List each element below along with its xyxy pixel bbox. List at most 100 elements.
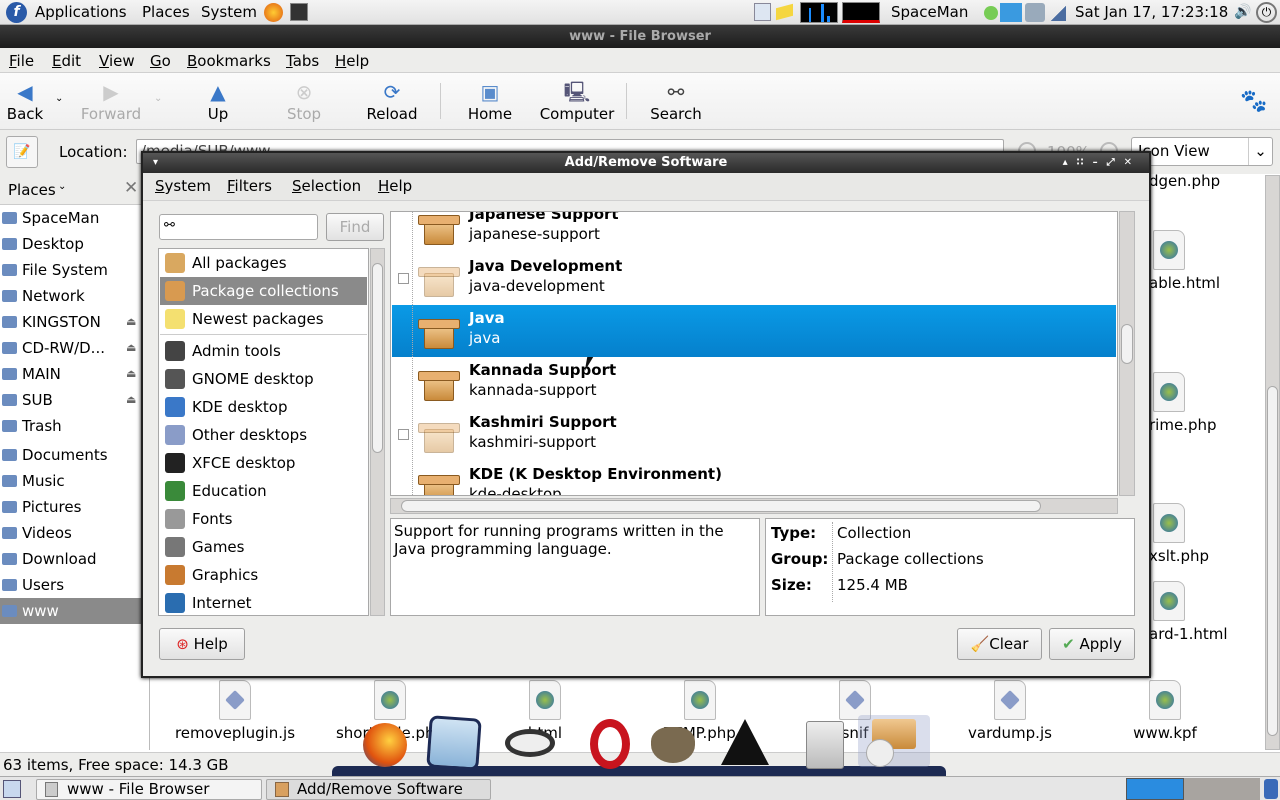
dock-virtualbox-icon[interactable]: [426, 715, 482, 771]
menu-go[interactable]: Go: [150, 52, 171, 70]
home-button[interactable]: ▣ Home: [466, 79, 514, 123]
applications-menu[interactable]: Applications: [35, 3, 127, 21]
menu-filters[interactable]: Filters: [227, 177, 272, 195]
places-dropdown[interactable]: Places: [8, 181, 56, 199]
package-row[interactable]: Japanese Support japanese-support: [392, 212, 1116, 253]
file-view-scrollbar[interactable]: [1265, 175, 1280, 750]
reload-button[interactable]: ⟳ Reload: [364, 79, 420, 123]
find-button[interactable]: Find: [326, 213, 384, 241]
menu-file[interactable]: File: [9, 52, 34, 70]
sidebar-item[interactable]: Videos: [0, 520, 148, 546]
package-row[interactable]: Kashmiri Support kashmiri-support: [392, 409, 1116, 461]
category-item[interactable]: XFCE desktop: [160, 449, 367, 477]
dialog-titlebar[interactable]: ▾ Add/Remove Software ▴∷–⤢✕: [143, 153, 1149, 173]
eject-icon[interactable]: ⏏: [126, 361, 136, 387]
clear-button[interactable]: 🧹Clear: [957, 628, 1042, 660]
category-item[interactable]: All packages: [160, 249, 367, 277]
eject-icon[interactable]: ⏏: [126, 387, 136, 413]
menu-system[interactable]: System: [155, 177, 211, 195]
category-item[interactable]: KDE desktop: [160, 393, 367, 421]
sidebar-item[interactable]: Network: [0, 283, 148, 309]
clock[interactable]: Sat Jan 17, 17:23:18: [1075, 3, 1228, 21]
package-list-vscrollbar[interactable]: [1119, 211, 1135, 496]
apply-button[interactable]: ✔ Apply: [1049, 628, 1135, 660]
package-checkbox[interactable]: [398, 273, 409, 284]
menu-tabs[interactable]: Tabs: [286, 52, 319, 70]
computer-button[interactable]: 🖳 Computer: [538, 79, 616, 123]
category-item[interactable]: Other desktops: [160, 421, 367, 449]
menu-selection[interactable]: Selection: [292, 177, 361, 195]
sidebar-item[interactable]: Documents: [0, 442, 148, 468]
category-item[interactable]: GNOME desktop: [160, 365, 367, 393]
category-item[interactable]: Newest packages: [160, 305, 367, 333]
signal-icon[interactable]: [1050, 6, 1066, 21]
sidebar-item[interactable]: Download: [0, 546, 148, 572]
workspace-switcher[interactable]: [1126, 778, 1184, 800]
category-scrollbar[interactable]: [370, 248, 385, 616]
package-list-hscrollbar[interactable]: [390, 498, 1118, 514]
category-item[interactable]: Graphics: [160, 561, 367, 589]
sidebar-item[interactable]: SUB ⏏: [0, 387, 148, 413]
help-button[interactable]: ⊛ Help: [159, 628, 245, 660]
menu-bookmarks[interactable]: Bookmarks: [187, 52, 271, 70]
user-name[interactable]: SpaceMan: [891, 3, 968, 21]
menu-help[interactable]: Help: [378, 177, 412, 195]
firefox-launcher-icon[interactable]: [264, 3, 283, 22]
window-menu-icon[interactable]: ▾: [153, 153, 158, 173]
notes-icon[interactable]: [776, 3, 793, 21]
package-row[interactable]: KDE (K Desktop Environment) kde-desktop: [392, 461, 1116, 495]
sidebar-item[interactable]: MAIN ⏏: [0, 361, 148, 387]
back-button[interactable]: ◀ Back: [6, 79, 44, 123]
trash-applet-icon[interactable]: [1264, 779, 1278, 799]
workspace-switcher-empty[interactable]: [1184, 778, 1260, 800]
category-item[interactable]: Admin tools: [160, 337, 367, 365]
memory-monitor-graph[interactable]: [842, 2, 880, 23]
eject-icon[interactable]: ⏏: [126, 335, 136, 361]
dock-add-remove-software-icon[interactable]: [858, 715, 930, 767]
sidebar-item[interactable]: Pictures: [0, 494, 148, 520]
category-item[interactable]: Package collections: [160, 277, 367, 305]
window-controls[interactable]: ▴∷–⤢✕: [1063, 153, 1141, 173]
taskbar-item-file-browser[interactable]: www - File Browser: [36, 779, 262, 800]
package-row[interactable]: Kannada Support kannada-support: [392, 357, 1116, 409]
dock-inkscape-icon[interactable]: [720, 715, 770, 770]
menu-help[interactable]: Help: [335, 52, 369, 70]
package-checkbox[interactable]: [398, 429, 409, 440]
category-item[interactable]: Games: [160, 533, 367, 561]
sidebar-item[interactable]: Desktop: [0, 231, 148, 257]
dock-firefox-icon[interactable]: [360, 715, 410, 770]
dock-eye-app-icon[interactable]: [505, 715, 555, 770]
file-browser-titlebar[interactable]: www - File Browser: [0, 25, 1280, 48]
file-item[interactable]: vardump.js: [935, 680, 1085, 742]
menu-edit[interactable]: Edit: [52, 52, 81, 70]
dock-gimp-icon[interactable]: [648, 715, 698, 770]
show-desktop-icon[interactable]: [3, 780, 21, 798]
terminal-launcher-icon[interactable]: [290, 3, 308, 21]
sidebar-item[interactable]: Users: [0, 572, 148, 598]
notification-icon[interactable]: [984, 6, 998, 20]
up-button[interactable]: ▲ Up: [200, 79, 236, 123]
sidebar-item[interactable]: CD-RW/D... ⏏: [0, 335, 148, 361]
chevron-down-icon[interactable]: ⌄: [58, 181, 66, 192]
network-icon[interactable]: [1025, 3, 1045, 22]
eject-icon[interactable]: ⏏: [126, 309, 136, 335]
fedora-logo-icon[interactable]: f: [6, 2, 27, 23]
forward-button[interactable]: ▶ Forward: [80, 79, 142, 123]
search-input[interactable]: ⚯: [159, 214, 318, 240]
close-sidebar-icon[interactable]: ✕: [124, 178, 138, 198]
cpu-monitor-graph[interactable]: [800, 2, 838, 23]
taskbar-item-add-remove-software[interactable]: Add/Remove Software: [266, 779, 491, 800]
menu-view[interactable]: View: [99, 52, 135, 70]
package-row[interactable]: Java Development java-development: [392, 253, 1116, 305]
sidebar-item[interactable]: KINGSTON ⏏: [0, 309, 148, 335]
system-menu[interactable]: System: [201, 3, 257, 21]
file-item[interactable]: removeplugin.js: [160, 680, 310, 742]
volume-icon[interactable]: 🔊: [1234, 4, 1252, 21]
stop-button[interactable]: ⊗ Stop: [284, 79, 324, 123]
power-icon[interactable]: ⏻: [1256, 2, 1277, 23]
places-menu[interactable]: Places: [142, 3, 190, 21]
search-button[interactable]: ⚯ Search: [648, 79, 704, 123]
file-item[interactable]: www.kpf: [1090, 680, 1240, 742]
sidebar-item[interactable]: SpaceMan: [0, 205, 148, 231]
category-item[interactable]: Internet: [160, 589, 367, 615]
